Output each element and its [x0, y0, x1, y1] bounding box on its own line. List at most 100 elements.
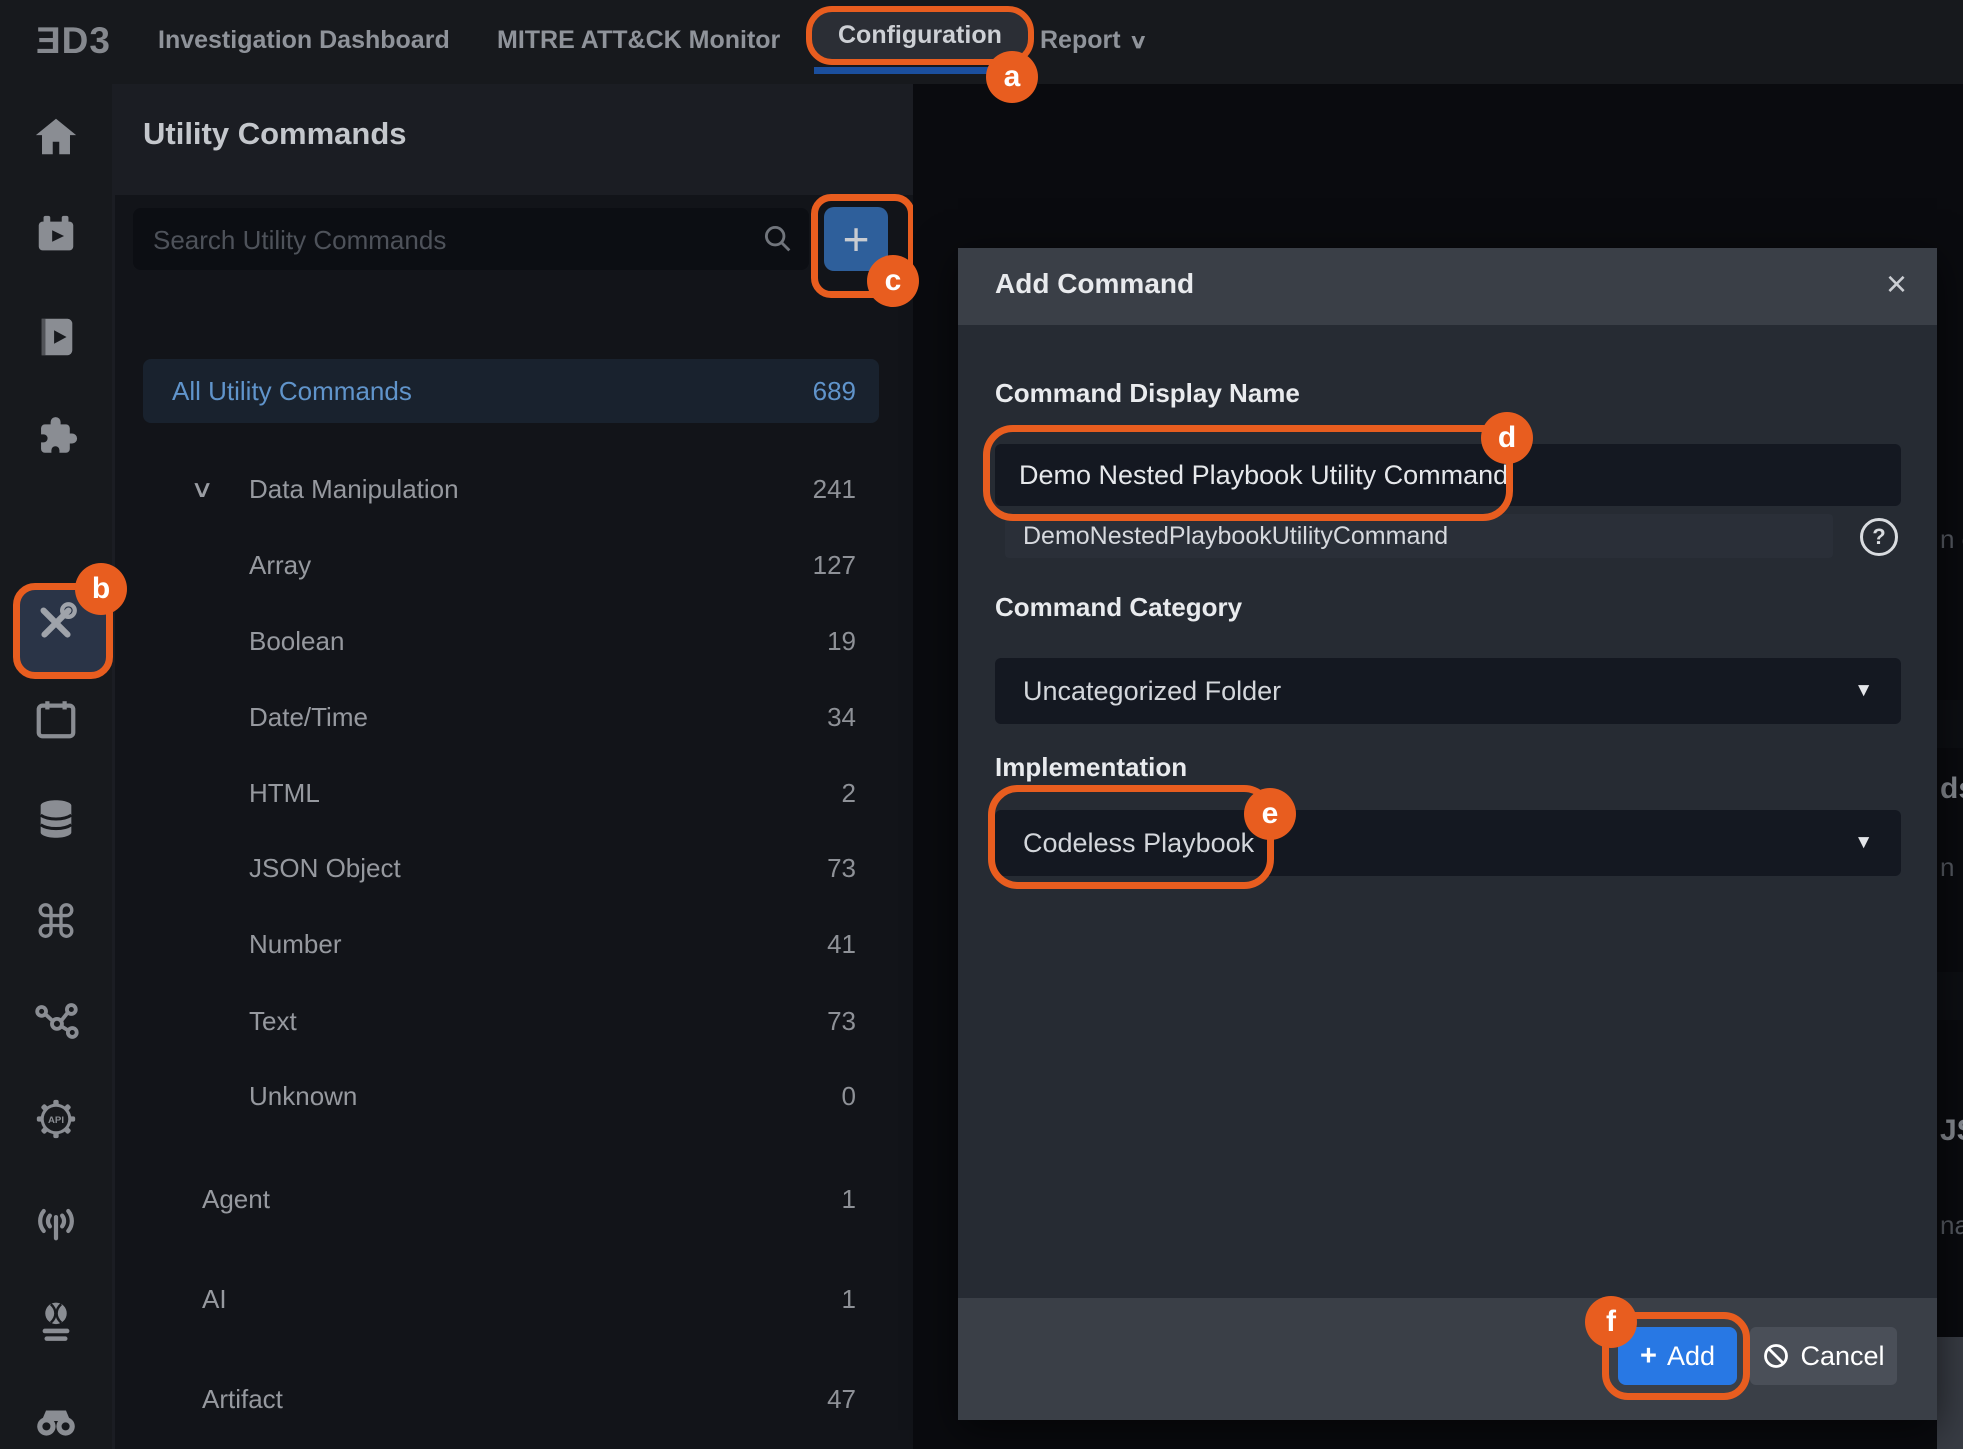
display-name-input[interactable]: Demo Nested Playbook Utility Command: [995, 444, 1901, 506]
list-item-all-utility-commands[interactable]: All Utility Commands 689: [143, 359, 879, 423]
internal-name-input[interactable]: DemoNestedPlaybookUtilityCommand: [1005, 514, 1833, 558]
add-command-modal: Add Command × Command Display Name Demo …: [958, 248, 1937, 1420]
list-item-label: JSON Object: [249, 853, 827, 884]
nav-configuration-label: Configuration: [838, 21, 1002, 49]
list-item-count: 1: [842, 1284, 856, 1315]
list-item-count: 73: [827, 853, 856, 884]
occluded-text-fragment: ds: [1940, 772, 1963, 806]
list-item-number[interactable]: Number 41: [115, 914, 913, 974]
prohibition-icon: [1762, 1342, 1790, 1370]
list-item-data-manipulation[interactable]: ∨ Data Manipulation 241: [115, 459, 913, 519]
list-item-count: 241: [813, 474, 856, 505]
list-item-count: 47: [827, 1384, 856, 1415]
list-item-label: All Utility Commands: [172, 376, 813, 407]
page-title: Utility Commands: [143, 116, 407, 152]
category-dropdown[interactable]: Uncategorized Folder ▼: [995, 658, 1901, 724]
add-command-button[interactable]: +: [824, 207, 888, 271]
category-value: Uncategorized Folder: [1023, 676, 1281, 707]
cancel-button-label: Cancel: [1800, 1341, 1884, 1372]
list-item-array[interactable]: Array 127: [115, 535, 913, 595]
list-item-label: Date/Time: [249, 702, 827, 733]
question-mark: ?: [1872, 524, 1885, 550]
sidebar-item-utility-commands[interactable]: [32, 599, 80, 647]
network-nodes-icon: [33, 998, 79, 1044]
add-button[interactable]: + Add: [1618, 1327, 1737, 1385]
left-icon-sidebar: ⌘ API: [0, 84, 112, 1449]
nav-mitre-attck-monitor[interactable]: MITRE ATT&CK Monitor: [497, 26, 780, 55]
category-label: Command Category: [995, 592, 1242, 623]
top-nav-bar: ƎD3 Investigation Dashboard MITRE ATT&CK…: [0, 0, 1963, 84]
sidebar-item-event-intake[interactable]: [32, 1197, 80, 1245]
close-icon[interactable]: ×: [1886, 262, 1907, 306]
list-item-agent[interactable]: Agent 1: [115, 1169, 913, 1229]
list-item-json-object[interactable]: JSON Object 73: [115, 838, 913, 898]
display-name-label: Command Display Name: [995, 378, 1300, 409]
modal-header: Add Command ×: [958, 248, 1937, 325]
book-play-icon: [33, 314, 79, 360]
list-item-html[interactable]: HTML 2: [115, 763, 913, 823]
list-item-label: Text: [249, 1006, 827, 1037]
sidebar-item-web-intel[interactable]: [32, 1297, 80, 1345]
caret-down-icon: ▼: [1854, 832, 1873, 854]
home-icon: [33, 114, 79, 160]
list-item-label: Array: [249, 550, 813, 581]
list-item-count: 19: [827, 626, 856, 657]
sidebar-item-investigate[interactable]: [32, 1397, 80, 1445]
binoculars-icon: [33, 1398, 79, 1444]
list-item-label: Artifact: [202, 1384, 827, 1415]
nav-report[interactable]: Report∨: [1040, 26, 1145, 55]
sidebar-item-home[interactable]: [32, 113, 80, 161]
sidebar-item-scheduled-playbooks[interactable]: [32, 211, 80, 259]
help-icon[interactable]: ?: [1860, 518, 1898, 556]
sidebar-item-playbook-library[interactable]: [32, 313, 80, 361]
list-item-date-time[interactable]: Date/Time 34: [115, 687, 913, 747]
search-input[interactable]: [151, 208, 755, 272]
nav-investigation-dashboard[interactable]: Investigation Dashboard: [158, 26, 450, 55]
modal-title: Add Command: [995, 268, 1194, 300]
display-name-value: Demo Nested Playbook Utility Command: [1019, 460, 1508, 491]
calendar-icon: [33, 697, 79, 743]
occluded-panel-fragment: [1937, 1337, 1963, 1449]
nav-report-label: Report: [1040, 26, 1121, 54]
list-item-label: Agent: [202, 1184, 842, 1215]
list-item-ai[interactable]: AI 1: [115, 1269, 913, 1329]
modal-footer: + Add Cancel: [958, 1298, 1937, 1420]
list-item-count: 73: [827, 1006, 856, 1037]
list-item-unknown[interactable]: Unknown 0: [115, 1066, 913, 1126]
puzzle-icon: [33, 414, 79, 460]
list-item-artifact[interactable]: Artifact 47: [115, 1369, 913, 1429]
sidebar-item-api[interactable]: API: [32, 1095, 80, 1143]
list-item-count: 1: [842, 1184, 856, 1215]
list-item-label: Data Manipulation: [249, 474, 813, 505]
api-gear-icon: API: [33, 1096, 79, 1142]
caret-down-icon: ▼: [1854, 680, 1873, 702]
sidebar-item-integrations[interactable]: [32, 413, 80, 461]
sidebar-item-workflows[interactable]: [32, 997, 80, 1045]
occluded-text-fragment: JS: [1940, 1114, 1963, 1148]
command-icon: ⌘: [33, 898, 79, 946]
nav-configuration[interactable]: Configuration: [806, 6, 1034, 65]
list-item-count: 34: [827, 702, 856, 733]
sidebar-item-data-management[interactable]: [32, 795, 80, 843]
list-item-label: AI: [202, 1284, 842, 1315]
d3-logo[interactable]: ƎD3: [36, 20, 111, 62]
list-item-count: 689: [813, 376, 856, 407]
list-item-text[interactable]: Text 73: [115, 991, 913, 1051]
occluded-text-fragment: na: [1940, 1210, 1963, 1241]
plus-icon: +: [1640, 1340, 1657, 1373]
list-item-boolean[interactable]: Boolean 19: [115, 611, 913, 671]
cancel-button[interactable]: Cancel: [1750, 1327, 1897, 1385]
list-item-label: HTML: [249, 778, 842, 809]
search-box: [133, 208, 809, 270]
internal-name-value: DemoNestedPlaybookUtilityCommand: [1023, 522, 1448, 551]
occluded-text-fragment: n c: [1940, 524, 1963, 555]
globe-lines-icon: [33, 1298, 79, 1344]
occluded-text-fragment: n i: [1940, 852, 1963, 883]
sidebar-item-calendar[interactable]: [32, 696, 80, 744]
tools-icon: [33, 600, 79, 646]
sidebar-item-command-center[interactable]: ⌘: [32, 898, 80, 946]
chevron-down-icon[interactable]: ∨: [190, 475, 258, 504]
implementation-label: Implementation: [995, 752, 1187, 783]
svg-text:API: API: [48, 1115, 64, 1126]
implementation-dropdown[interactable]: Codeless Playbook ▼: [995, 810, 1901, 876]
